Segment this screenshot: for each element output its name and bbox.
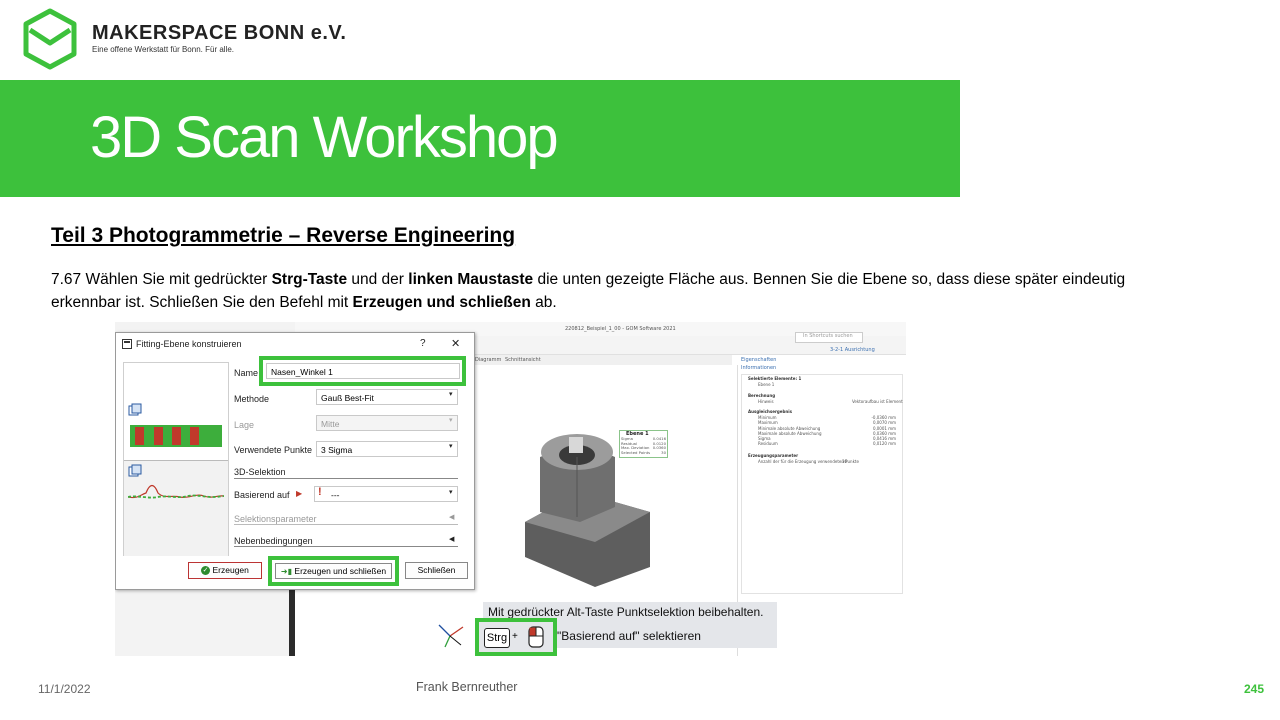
based-on-select[interactable]: --- [314,486,458,502]
check-circle-icon: ✓ [201,566,211,576]
makerspace-logo-icon [23,8,77,70]
selection-params-header[interactable]: Selektionsparameter [234,514,317,524]
app-window-title: 220812_Beispiel_1_00 - GOM Software 2021 [565,326,676,332]
fit-row: Residuum 0,0120 mm [758,441,896,446]
divider [234,478,458,479]
fit-row-value: 0,0120 mm [872,441,896,447]
points-label: Verwendete Punkte [234,445,313,455]
generation-value: 30 [842,459,848,464]
position-label: Lage [234,420,255,430]
calculation-header: Berechnung [748,393,776,398]
instruction-command: Erzeugen und schließen [352,294,531,311]
callout-rows: Sigma 0.0416 Residual 0.0120 Max. Deviatio… [621,436,666,456]
tab-diagram[interactable]: Diagramm [475,357,501,363]
element-callout: Ebene 1 Sigma 0.0416 Residual 0.0120 Max. … [619,430,668,458]
chevron-down-icon: ▾ [449,443,453,450]
divider [234,546,458,547]
shortcut-search-placeholder: In Shortcuts suchen [803,333,853,339]
instruction-mouse: linken Maustaste [408,271,534,288]
hint-value: Vektoraufbau ist Element [852,399,903,404]
brand-tagline: Eine offene Werkstatt für Bonn. Für alle… [92,45,234,54]
sigma-curve-icon [128,484,224,499]
section-heading: Teil 3 Photogrammetrie – Reverse Enginee… [51,224,516,247]
fit-result-header: Ausgleichsergebnis [748,409,792,414]
footer-author: Frank Bernreuther [416,680,518,694]
play-arrow-icon[interactable]: ▶ [296,489,302,498]
brand-name: MAKERSPACE BONN e.V. [92,22,347,44]
create-close-icon: ➜▮ [280,567,293,576]
based-on-label: Basierend auf [234,490,290,500]
callout-row-value: 30 [661,449,666,455]
divider [234,524,458,525]
footer-date: 11/1/2022 [38,682,91,696]
instruction-key: Strg-Taste [271,271,348,288]
name-label: Name [234,368,259,378]
fit-row-label: Residuum [758,441,778,447]
dialog-app-icon [122,339,132,349]
close-button[interactable]: Schließen [405,562,468,579]
axis-gizmo-icon [438,624,464,648]
fit-result-rows: Minimum -0,0360 mm Maximum 0,0070 mm Minim… [758,415,896,447]
software-screenshot: 220812_Beispiel_1_00 - GOM Software 2021… [115,322,906,656]
plane-icon [128,403,142,416]
callout-row: Selected Points 30 [621,449,666,456]
create-button[interactable]: ✓ Erzeugen [188,562,262,579]
hint-label: Hinweis [758,399,774,404]
page-number: 245 [1244,682,1265,696]
create-button-label: Erzeugen [212,565,249,575]
instruction-part: und der [347,271,409,288]
name-input[interactable]: Nasen_Winkel 1 [266,363,460,379]
dialog-title: Fitting-Ebene konstruieren [136,339,242,349]
plus-sign: + [512,631,518,642]
breadcrumb[interactable]: 3-2-1 Ausrichtung [830,347,875,353]
strg-key-icon: Strg [484,628,510,648]
instruction-part: ab. [530,294,557,311]
slide-title: 3D Scan Workshop [90,105,559,170]
left-mouse-button-icon [528,626,544,648]
preview-panel [123,362,229,556]
instruction-text: 7.67 Wählen Sie mit gedrückter Strg-Tast… [51,268,1151,314]
chevron-down-icon: ▾ [449,391,453,398]
method-label: Methode [234,394,270,404]
tooltip-line-based-on: "Basierend auf" selektieren [557,629,701,643]
tab-section-view[interactable]: Schnittansicht [505,357,541,363]
tab-properties[interactable]: Eigenschaften [741,357,776,363]
chevron-down-icon: ▾ [449,417,453,424]
callout-row-label: Selected Points [621,449,651,455]
create-and-close-button[interactable]: ➜▮ Erzeugen und schließen [275,563,392,579]
constraints-header[interactable]: Nebenbedingungen [234,536,313,546]
generation-header: Erzeugungsparameter [748,453,799,458]
selected-elements-header: Selektierte Elemente: 1 [748,376,802,381]
warning-exclamation-icon: ! [318,486,322,498]
close-icon[interactable]: ✕ [451,337,460,350]
instruction-part: 7.67 Wählen Sie mit gedrückter [51,271,272,288]
selection-3d-header: 3D-Selektion [234,467,286,477]
strg-click-highlight: Strg + [475,618,557,656]
tab-information[interactable]: Informationen [741,365,776,371]
method-select[interactable]: Gauß Best-Fit [316,389,458,405]
help-button[interactable]: ? [420,338,426,349]
points-select[interactable]: 3 Sigma [316,441,458,457]
chevron-left-icon[interactable]: ◀ [449,535,454,543]
fitting-plane-dialog: Fitting-Ebene konstruieren ? ✕ Name Nase… [115,332,475,590]
position-select: Mitte [316,415,458,431]
selected-element-item: Ebene 1 [758,382,775,387]
curve-plane-icon [128,464,142,477]
chevron-left-icon[interactable]: ◀ [449,513,454,521]
properties-content: Selektierte Elemente: 1 Ebene 1 Berechnu… [741,374,903,594]
chevron-down-icon: ▾ [449,489,453,496]
create-close-label: Erzeugen und schließen [294,566,387,576]
method-preview-bars-icon [130,425,222,447]
tooltip-line-alt: Mit gedrückter Alt-Taste Punktselektion … [488,605,764,619]
